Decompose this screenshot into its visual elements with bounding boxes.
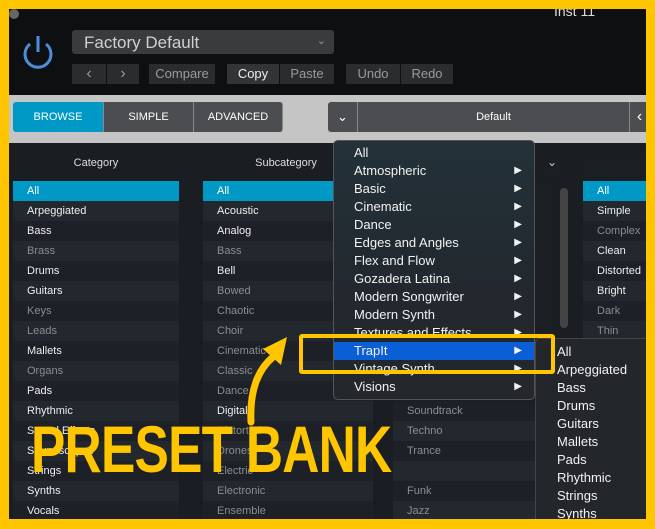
subcategory-item[interactable]: Ensemble bbox=[203, 501, 373, 519]
plugin-window: Inst 11 Factory Default ⌄ ‹ › Compare Cop… bbox=[9, 9, 646, 519]
menu-item-label: Modern Synth bbox=[354, 307, 435, 322]
menu-item[interactable]: Atmospheric ▶ bbox=[334, 162, 534, 180]
submenu-arrow-icon: ▶ bbox=[514, 309, 522, 320]
menu-item-label: Basic bbox=[354, 181, 386, 196]
category-item[interactable]: Pads bbox=[13, 381, 179, 401]
menu-item[interactable]: Basic ▶ bbox=[334, 180, 534, 198]
highlight-box bbox=[299, 334, 555, 374]
attribute-item[interactable]: Dark bbox=[583, 301, 646, 321]
menu-item[interactable]: Cinematic ▶ bbox=[334, 198, 534, 216]
category-item[interactable]: All bbox=[13, 181, 179, 201]
menu-item[interactable]: Modern Songwriter ▶ bbox=[334, 288, 534, 306]
bank-name[interactable]: Default bbox=[358, 102, 630, 132]
attribute-item[interactable]: Simple bbox=[583, 201, 646, 221]
category-item[interactable]: Keys bbox=[13, 301, 179, 321]
submenu-arrow-icon: ▶ bbox=[514, 183, 522, 194]
menu-item[interactable]: Modern Synth ▶ bbox=[334, 306, 534, 324]
attribute-item[interactable]: All bbox=[583, 181, 646, 201]
next-preset-button[interactable]: › bbox=[107, 64, 139, 84]
menu-item-label: All bbox=[354, 145, 369, 160]
submenu-arrow-icon: ▶ bbox=[514, 273, 522, 284]
menu-item[interactable]: Gozadera Latina ▶ bbox=[334, 270, 534, 288]
category-item[interactable]: Guitars bbox=[13, 281, 179, 301]
prev-preset-button[interactable]: ‹ bbox=[72, 64, 106, 84]
redo-button[interactable]: Redo bbox=[401, 64, 453, 84]
menu-item-label: Dance bbox=[354, 217, 392, 232]
menu-item-label: Visions bbox=[354, 379, 396, 394]
preset-name: Factory Default bbox=[84, 33, 200, 52]
category-item[interactable]: Bass bbox=[13, 221, 179, 241]
submenu-arrow-icon: ▶ bbox=[514, 165, 522, 176]
category-item[interactable]: Mallets bbox=[13, 341, 179, 361]
category-item[interactable]: Vocals bbox=[13, 501, 179, 519]
menu-item-label: Modern Songwriter bbox=[354, 289, 464, 304]
category-header: Category bbox=[73, 157, 119, 169]
submenu-arrow-icon: ▶ bbox=[514, 381, 522, 392]
attribute-header[interactable] bbox=[583, 155, 646, 177]
menu-item[interactable]: Dance ▶ bbox=[334, 216, 534, 234]
preset-dropdown[interactable]: Factory Default ⌄ bbox=[72, 30, 334, 54]
submenu-item[interactable]: Rhythmic bbox=[536, 469, 646, 487]
bank-dropdown-button[interactable]: ⌄ bbox=[328, 102, 358, 132]
submenu-item[interactable]: Mallets bbox=[536, 433, 646, 451]
submenu-item[interactable]: Bass bbox=[536, 379, 646, 397]
submenu-item[interactable]: Synths bbox=[536, 505, 646, 519]
attribute-item[interactable]: Bright bbox=[583, 281, 646, 301]
chevron-down-icon[interactable]: ⌄ bbox=[537, 155, 567, 177]
menu-item[interactable]: Flex and Flow ▶ bbox=[334, 252, 534, 270]
menu-item-label: Flex and Flow bbox=[354, 253, 435, 268]
window-dot[interactable] bbox=[9, 9, 19, 19]
copy-button[interactable]: Copy bbox=[227, 64, 279, 84]
tab-browse[interactable]: BROWSE bbox=[13, 102, 104, 132]
submenu-arrow-icon: ▶ bbox=[514, 255, 522, 266]
attribute-item[interactable]: Distorted bbox=[583, 261, 646, 281]
tab-simple[interactable]: SIMPLE bbox=[104, 102, 194, 132]
attribute-list: All Simple Complex Clean Distorted Bright Dark… bbox=[583, 181, 646, 341]
chevron-down-icon: ⌄ bbox=[316, 35, 326, 47]
header: Inst 11 Factory Default ⌄ ‹ › Compare Cop… bbox=[9, 9, 646, 95]
compare-button[interactable]: Compare bbox=[149, 64, 215, 84]
category-item[interactable]: Brass bbox=[13, 241, 179, 261]
category-item[interactable]: Organs bbox=[13, 361, 179, 381]
menu-item-label: Cinematic bbox=[354, 199, 412, 214]
paste-button[interactable]: Paste bbox=[280, 64, 334, 84]
attribute-item[interactable]: Clean bbox=[583, 241, 646, 261]
attribute-item[interactable]: Complex bbox=[583, 221, 646, 241]
category-item[interactable]: Leads bbox=[13, 321, 179, 341]
category-item[interactable]: Arpeggiated bbox=[13, 201, 179, 221]
submenu-item[interactable]: Strings bbox=[536, 487, 646, 505]
menu-item-label: Gozadera Latina bbox=[354, 271, 451, 286]
submenu-item[interactable]: Guitars bbox=[536, 415, 646, 433]
submenu-item[interactable]: Drums bbox=[536, 397, 646, 415]
menu-item-label: Atmospheric bbox=[354, 163, 427, 178]
menu-item[interactable]: Edges and Angles ▶ bbox=[334, 234, 534, 252]
back-button[interactable]: ‹ bbox=[630, 102, 646, 132]
undo-button[interactable]: Undo bbox=[346, 64, 400, 84]
submenu-arrow-icon: ▶ bbox=[514, 219, 522, 230]
menu-item-label: Edges and Angles bbox=[354, 235, 459, 250]
power-icon[interactable] bbox=[21, 33, 55, 71]
scrollbar[interactable] bbox=[560, 188, 568, 328]
submenu-item[interactable]: Pads bbox=[536, 451, 646, 469]
menu-item[interactable]: Visions ▶ bbox=[334, 378, 534, 396]
submenu-arrow-icon: ▶ bbox=[514, 291, 522, 302]
tab-advanced[interactable]: ADVANCED bbox=[194, 102, 283, 132]
submenu-arrow-icon: ▶ bbox=[514, 237, 522, 248]
category-item[interactable]: Drums bbox=[13, 261, 179, 281]
view-tabs-bar: BROWSE SIMPLE ADVANCED ⌄ Default ‹ bbox=[9, 95, 646, 143]
submenu-arrow-icon: ▶ bbox=[514, 201, 522, 212]
menu-item[interactable]: All bbox=[334, 144, 534, 162]
preset-bank-title: PRESET BANK bbox=[31, 412, 392, 486]
instrument-name: Inst 11 bbox=[554, 9, 595, 19]
